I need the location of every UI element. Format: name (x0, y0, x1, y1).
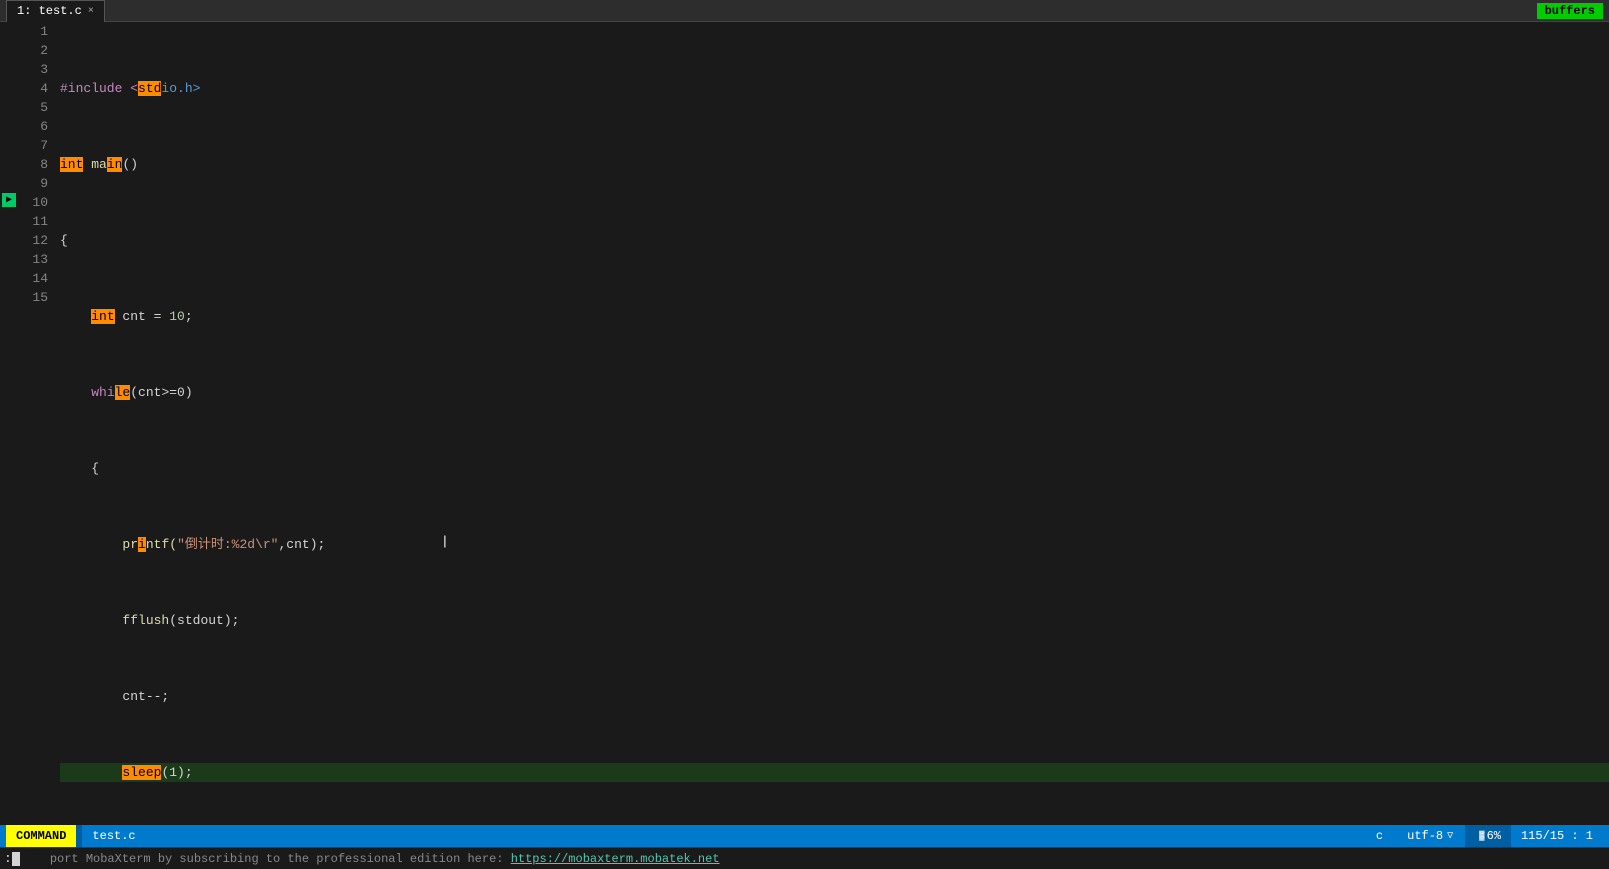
tab-label: 1: test.c (17, 4, 82, 18)
tab-area: 1: test.c × (6, 0, 105, 22)
buffers-button[interactable]: buffers (1537, 3, 1603, 19)
status-command: COMMAND (6, 825, 76, 847)
code-line-3: { (60, 231, 1609, 250)
line-num-13: 13 (24, 250, 48, 269)
line-num-6: 6 (24, 117, 48, 136)
line-num-7: 7 (24, 136, 48, 155)
line-numbers: 1 2 3 4 5 6 7 8 9 10 11 12 13 14 15 (20, 22, 52, 812)
status-percent: ▓ 6% (1469, 825, 1511, 847)
code-line-7: printf("倒计时:%2d\r",cnt); (60, 535, 1609, 554)
line-num-4: 4 (24, 79, 48, 98)
code-line-8: fflush(stdout); (60, 611, 1609, 630)
line-num-15: 15 (24, 288, 48, 307)
active-tab[interactable]: 1: test.c × (6, 0, 105, 22)
status-bar: COMMAND test.c c utf-8 ▽ ▓ 6% 115/15 : 1 (0, 825, 1609, 847)
footer-text: port MobaXterm by subscribing to the pro… (50, 852, 720, 866)
code-line-6: { (60, 459, 1609, 478)
gutter: ▶ (0, 22, 20, 812)
encoding-text: utf-8 (1407, 829, 1443, 843)
encoding-icon: ▽ (1447, 830, 1453, 842)
text-cursor: | (441, 532, 449, 551)
breakpoint-marker: ▶ (2, 193, 16, 207)
code-line-5: while(cnt>=0) (60, 383, 1609, 402)
status-encoding: utf-8 ▽ (1395, 825, 1465, 847)
line-num-11: 11 (24, 212, 48, 231)
line-num-12: 12 (24, 231, 48, 250)
line-num-1: 1 (24, 22, 48, 41)
code-line-9: cnt--; (60, 687, 1609, 706)
status-right-area: c utf-8 ▽ ▓ 6% 115/15 : 1 (1364, 825, 1603, 847)
status-filename: test.c (82, 825, 145, 847)
tab-close-icon[interactable]: × (88, 6, 94, 17)
line-num-8: 8 (24, 155, 48, 174)
status-position: 115/15 : 1 (1511, 825, 1603, 847)
title-bar: 1: test.c × buffers (0, 0, 1609, 22)
line-num-3: 3 (24, 60, 48, 79)
line-num-5: 5 (24, 98, 48, 117)
editor: ▶ 1 2 3 4 5 6 7 8 9 10 11 12 13 14 15 #i… (0, 22, 1609, 812)
code-line-10: sleep(1); (60, 763, 1609, 782)
command-line[interactable]: : port MobaXterm by subscribing to the p… (0, 847, 1609, 869)
code-line-4: int cnt = 10; (60, 307, 1609, 326)
code-line-1: #include <stdio.h> (60, 79, 1609, 98)
command-cursor (12, 852, 20, 866)
line-num-10: 10 (24, 193, 48, 212)
line-num-9: 9 (24, 174, 48, 193)
scroll-percent-icon: ▓ (1479, 831, 1484, 841)
status-language: c (1364, 825, 1395, 847)
footer-link[interactable]: https://mobaxterm.mobatek.net (511, 852, 720, 866)
command-prompt: : (4, 851, 12, 866)
line-num-14: 14 (24, 269, 48, 288)
line-num-2: 2 (24, 41, 48, 60)
code-area[interactable]: #include <stdio.h> int main() { int cnt … (52, 22, 1609, 812)
code-line-2: int main() (60, 155, 1609, 174)
